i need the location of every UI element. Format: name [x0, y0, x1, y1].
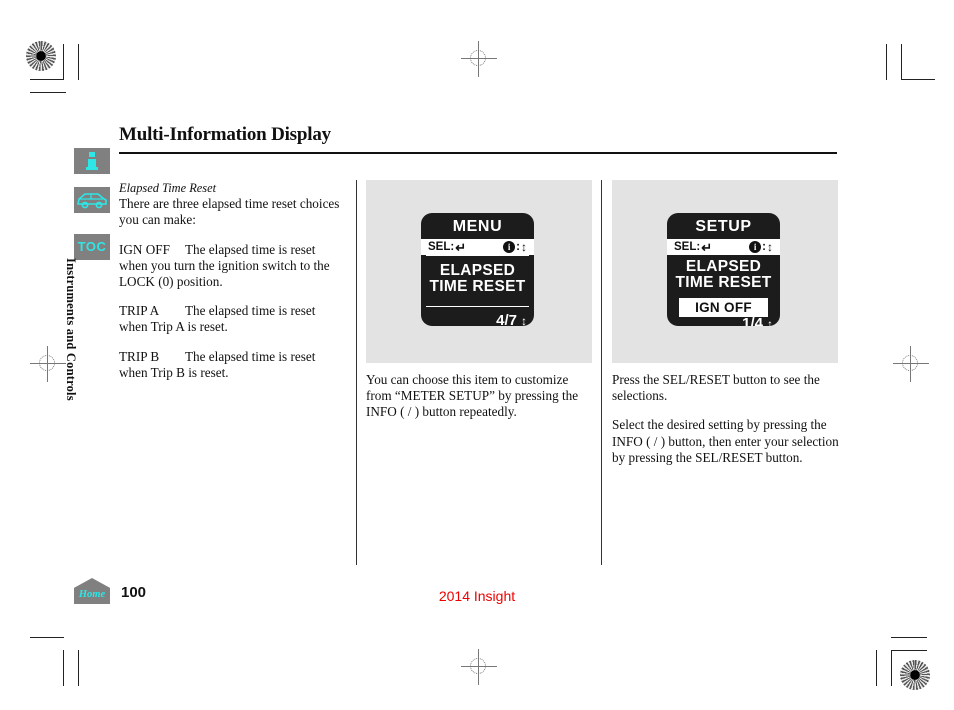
- crop-mark-top-right-horizontal: [901, 79, 935, 80]
- title-divider: [119, 152, 837, 154]
- crop-mark-bottom-right-vertical: [891, 650, 892, 686]
- menu-screen-footer: 4/7 ↕: [421, 312, 534, 326]
- reset-term-trip-a: TRIP A: [119, 303, 160, 319]
- mid-menu-screen: MENU SEL: ↵ i : ↕ ELAPSED TIME RESET 4/7…: [421, 213, 534, 326]
- left-text-column: Elapsed Time Reset There are three elaps…: [119, 180, 345, 381]
- mid-setup-screen: SETUP SEL: ↵ i : ↕ ELAPSED TIME RESET IG…: [667, 213, 780, 326]
- registration-crosshair-left-center: [30, 346, 66, 382]
- crop-mark-top-right-vertical-2: [901, 44, 902, 80]
- right-caption-1: Press the SEL/RESET button to see the se…: [612, 372, 820, 404]
- crop-mark-bottom-right-horizontal: [891, 650, 927, 651]
- sidebar-item-vehicle[interactable]: [74, 187, 110, 213]
- registration-crosshair-right-center: [893, 346, 929, 382]
- setup-page-indicator: 1/4: [742, 315, 763, 326]
- menu-screen-illustration: MENU SEL: ↵ i : ↕ ELAPSED TIME RESET 4/7…: [366, 180, 592, 363]
- info-hint: i : ↕: [749, 241, 773, 253]
- reset-item-ign-off: IGN OFF The elapsed time is reset when yo…: [119, 242, 345, 291]
- return-arrow-icon: ↵: [455, 239, 467, 255]
- vertical-section-label: Instruments and Controls: [64, 258, 78, 401]
- info-i-icon: [86, 152, 98, 170]
- column-divider-left: [356, 180, 357, 565]
- model-name: 2014 Insight: [438, 588, 516, 604]
- intro-text: There are three elapsed time reset choic…: [119, 196, 340, 228]
- return-arrow-icon: ↵: [701, 239, 713, 255]
- info-separator: :: [516, 241, 520, 253]
- crop-mark-bottom-right-vertical-2: [876, 650, 877, 686]
- menu-screen-title: MENU: [452, 218, 503, 235]
- crop-mark-bottom-right-horizontal-2: [891, 637, 927, 638]
- setup-item-line2: TIME RESET: [675, 274, 772, 291]
- sidebar-tab-rail: TOC: [74, 148, 112, 273]
- menu-screen-top-separator: [426, 255, 529, 256]
- reset-term-ign-off: IGN OFF: [119, 241, 170, 257]
- registration-target-bottom-right: [900, 660, 930, 690]
- sel-label: SEL:: [674, 241, 701, 253]
- sidebar-item-info[interactable]: [74, 148, 110, 174]
- menu-item-line2: TIME RESET: [429, 278, 526, 295]
- sidebar-item-toc[interactable]: TOC: [74, 234, 110, 260]
- menu-page-indicator: 4/7: [496, 312, 517, 326]
- crop-mark-top-right-vertical: [886, 44, 887, 80]
- up-down-arrow-icon: ↕: [521, 240, 527, 254]
- footer-up-down-arrow-icon: ↕: [767, 316, 773, 327]
- car-outline-icon: [77, 193, 107, 209]
- setup-screen-body: ELAPSED TIME RESET IGN OFF: [667, 255, 780, 317]
- info-separator: :: [762, 241, 766, 253]
- sel-label: SEL:: [428, 241, 455, 253]
- subheading-block: Elapsed Time Reset There are three elaps…: [119, 180, 345, 229]
- crop-mark-bottom-left-vertical-2: [78, 650, 79, 686]
- right-caption-2: Select the desired setting by pressing t…: [612, 417, 839, 465]
- setup-screen-illustration: SETUP SEL: ↵ i : ↕ ELAPSED TIME RESET IG…: [612, 180, 838, 363]
- right-caption-column: Press the SEL/RESET button to see the se…: [612, 372, 840, 466]
- crop-mark-bottom-left-horizontal: [30, 637, 64, 638]
- registration-crosshair-top-center: [461, 41, 497, 77]
- menu-screen-bottom-separator: [426, 306, 529, 307]
- footer-up-down-arrow-icon: ↕: [521, 313, 527, 327]
- menu-item-line1: ELAPSED: [439, 262, 516, 279]
- crop-mark-top-left-horizontal: [30, 79, 64, 80]
- setup-screen-footer: 1/4 ↕: [667, 315, 780, 326]
- reset-item-trip-b: TRIP B The elapsed time is reset when Tri…: [119, 349, 345, 381]
- toc-label: TOC: [77, 239, 107, 254]
- menu-screen-body: ELAPSED TIME RESET: [421, 255, 534, 312]
- page-title: Multi-Information Display: [119, 124, 331, 145]
- crop-mark-bottom-left-vertical: [63, 650, 64, 686]
- subheading: Elapsed Time Reset: [119, 181, 217, 195]
- info-hint: i : ↕: [503, 241, 527, 253]
- crop-mark-top-left-vertical: [63, 44, 64, 80]
- sel-hint: SEL: ↵: [674, 241, 712, 254]
- setup-screen-title: SETUP: [695, 218, 752, 235]
- registration-crosshair-bottom-center: [461, 649, 497, 685]
- crop-mark-top-left-vertical-2: [78, 44, 79, 80]
- registration-target-top-left: [26, 41, 56, 71]
- info-circle-icon: i: [749, 241, 762, 253]
- setup-item-line1: ELAPSED: [685, 258, 762, 275]
- setup-screen-hint-bar: SEL: ↵ i : ↕: [667, 239, 780, 255]
- info-circle-icon: i: [503, 241, 516, 253]
- reset-item-trip-a: TRIP A The elapsed time is reset when Tri…: [119, 303, 345, 335]
- menu-screen-hint-bar: SEL: ↵ i : ↕: [421, 239, 534, 255]
- sel-hint: SEL: ↵: [428, 241, 466, 254]
- middle-caption: You can choose this item to customize fr…: [366, 372, 579, 420]
- up-down-arrow-icon: ↕: [767, 240, 773, 254]
- crop-mark-top-left-horizontal-2: [30, 92, 66, 93]
- reset-term-trip-b: TRIP B: [119, 348, 160, 364]
- column-divider-right: [601, 180, 602, 565]
